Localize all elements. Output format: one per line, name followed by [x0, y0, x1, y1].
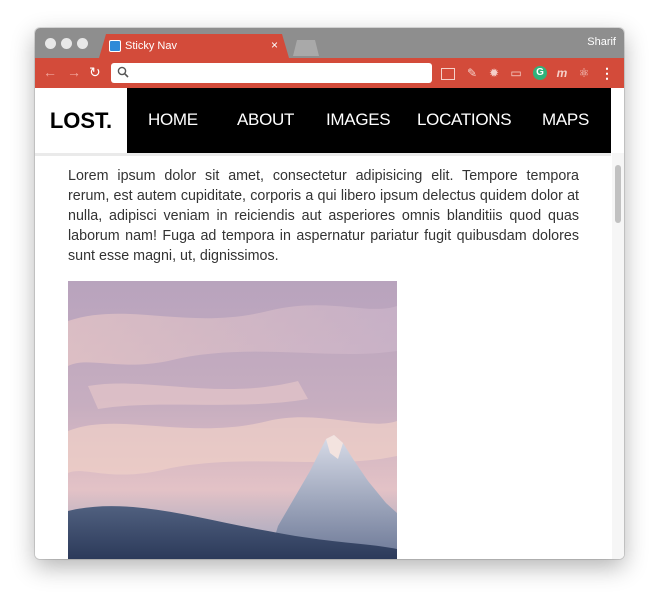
zoom-window-button[interactable] — [77, 38, 88, 49]
m-extension-icon[interactable]: m — [555, 66, 569, 80]
mountain-photo — [68, 281, 397, 559]
browser-menu-icon[interactable]: ⋮ — [600, 65, 614, 82]
address-bar[interactable] — [111, 63, 432, 83]
extension-icon[interactable] — [441, 68, 455, 80]
title-bar: Sticky Nav × Sharif — [35, 28, 624, 58]
profile-name[interactable]: Sharif — [587, 36, 616, 48]
header-divider — [35, 153, 611, 156]
window-extension-icon[interactable]: ▭ — [509, 66, 523, 80]
browser-toolbar: ← → ↻ ✎ ✹ ▭ G m ⚛ ⋮ — [35, 58, 624, 88]
browser-window: Sticky Nav × Sharif ← → ↻ ✎ ✹ ▭ G m ⚛ ⋮ … — [35, 28, 624, 559]
page-scrollbar[interactable] — [612, 153, 624, 559]
react-icon[interactable]: ⚛ — [577, 66, 591, 80]
nav-item-home[interactable]: HOME — [148, 110, 198, 130]
reload-icon[interactable]: ↻ — [89, 64, 101, 81]
nav-item-maps[interactable]: MAPS — [542, 110, 589, 130]
tab-close-icon[interactable]: × — [271, 38, 278, 52]
eyedropper-icon[interactable]: ✎ — [465, 66, 479, 80]
close-window-button[interactable] — [45, 38, 56, 49]
gear-extension-icon[interactable]: ✹ — [487, 66, 501, 80]
tab-favicon-icon — [109, 40, 121, 52]
nav-item-about[interactable]: ABOUT — [237, 110, 294, 130]
mountain-image — [68, 281, 397, 559]
back-arrow-icon[interactable]: ← — [43, 64, 57, 80]
browser-tab[interactable]: Sticky Nav × — [99, 34, 289, 58]
minimize-window-button[interactable] — [61, 38, 72, 49]
main-nav: HOME ABOUT IMAGES LOCATIONS MAPS — [127, 88, 611, 153]
grammarly-icon[interactable]: G — [533, 66, 547, 80]
nav-item-locations[interactable]: LOCATIONS — [417, 110, 512, 130]
forward-arrow-icon[interactable]: → — [67, 64, 81, 80]
tab-title: Sticky Nav — [125, 40, 177, 52]
body-paragraph: Lorem ipsum dolor sit amet, consectetur … — [68, 168, 579, 264]
search-icon — [117, 66, 129, 78]
page-viewport: LOST. HOME ABOUT IMAGES LOCATIONS MAPS L… — [35, 88, 624, 559]
nav-item-images[interactable]: IMAGES — [326, 110, 391, 130]
scroll-thumb[interactable] — [615, 165, 621, 223]
site-logo[interactable]: LOST. — [35, 88, 128, 153]
new-tab-button[interactable] — [293, 40, 319, 56]
site-header: LOST. HOME ABOUT IMAGES LOCATIONS MAPS — [35, 88, 611, 153]
